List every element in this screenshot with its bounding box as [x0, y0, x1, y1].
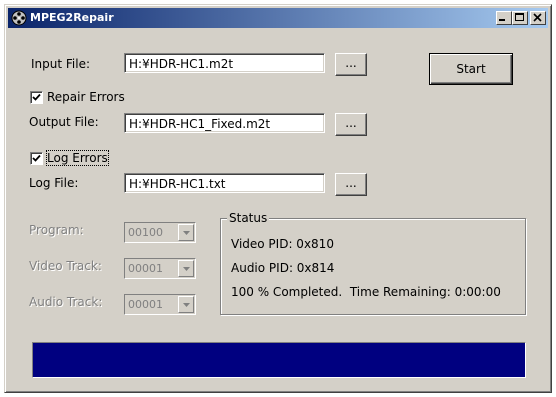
audio-track-select[interactable]: 00001: [124, 294, 196, 315]
output-browse-button[interactable]: ...: [335, 113, 367, 136]
progress-status-text: 100 % Completed. Time Remaining: 0:00:00: [231, 285, 501, 299]
output-file-label: Output File:: [29, 115, 99, 129]
repair-errors-checkbox[interactable]: [30, 91, 43, 104]
progress-bar-fill: [33, 343, 525, 377]
input-browse-button[interactable]: ...: [335, 53, 367, 76]
status-group: Status Video PID: 0x810 Audio PID: 0x814…: [220, 211, 526, 315]
repair-errors-label: Repair Errors: [47, 90, 125, 104]
log-file-field[interactable]: H:¥HDR-HC1.txt: [124, 173, 325, 193]
audio-track-value: 00001: [128, 298, 163, 311]
program-select[interactable]: 00100: [124, 222, 196, 243]
app-window: MPEG2Repair Input File: H:¥HDR-HC1.m2t .…: [4, 4, 552, 393]
log-errors-checkbox[interactable]: [30, 152, 43, 165]
program-label: Program:: [29, 223, 84, 237]
chevron-down-icon[interactable]: [178, 260, 194, 277]
program-value: 00100: [128, 226, 163, 239]
video-pid-text: Video PID: 0x810: [231, 237, 334, 251]
title-bar[interactable]: MPEG2Repair: [8, 8, 548, 28]
log-file-label: Log File:: [29, 176, 79, 190]
close-button[interactable]: [530, 11, 546, 25]
input-file-label: Input File:: [31, 57, 91, 71]
chevron-down-icon[interactable]: [178, 224, 194, 241]
minimize-button[interactable]: [496, 11, 512, 25]
audio-track-label: Audio Track:: [29, 295, 103, 309]
start-button[interactable]: Start: [429, 53, 513, 85]
audio-pid-text: Audio PID: 0x814: [231, 261, 335, 275]
status-group-title: Status: [227, 211, 270, 225]
progress-bar: [32, 342, 526, 378]
log-errors-label: Log Errors: [46, 150, 109, 166]
input-file-field[interactable]: H:¥HDR-HC1.m2t: [124, 53, 325, 73]
window-title: MPEG2Repair: [30, 11, 114, 24]
film-reel-icon[interactable]: [11, 10, 27, 26]
maximize-button[interactable]: [512, 11, 528, 25]
video-track-select[interactable]: 00001: [124, 258, 196, 279]
log-browse-button[interactable]: ...: [335, 173, 367, 196]
video-track-value: 00001: [128, 262, 163, 275]
video-track-label: Video Track:: [29, 259, 102, 273]
output-file-field[interactable]: H:¥HDR-HC1_Fixed.m2t: [124, 113, 325, 133]
chevron-down-icon[interactable]: [178, 296, 194, 313]
